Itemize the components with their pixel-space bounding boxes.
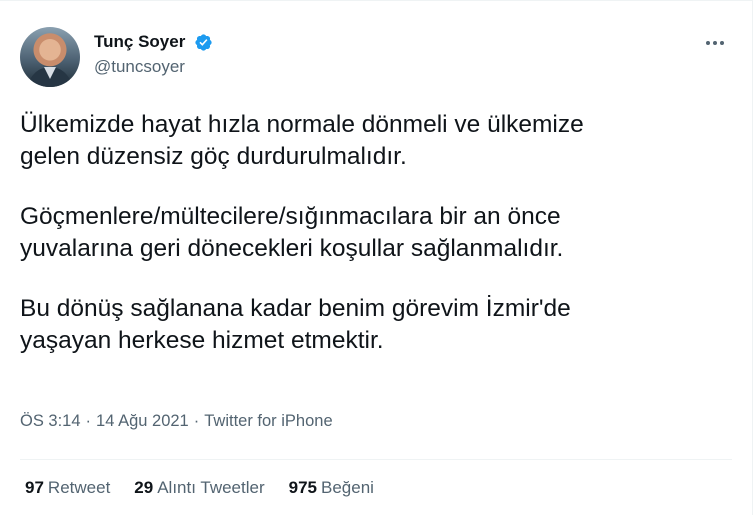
quote-count[interactable]: 29 Alıntı Tweetler	[134, 477, 264, 499]
tweet-date[interactable]: 14 Ağu 2021	[96, 412, 189, 430]
tweet-source[interactable]: Twitter for iPhone	[204, 412, 332, 430]
quote-count-number: 29	[134, 478, 154, 497]
author-handle[interactable]: @tuncsoyer	[94, 56, 213, 78]
like-count-number: 975	[288, 478, 317, 497]
tweet-paragraph: Bu dönüş sağlanana kadar benim görevim İ…	[20, 295, 571, 354]
retweet-count-label: Retweet	[47, 478, 111, 497]
tweet-card: Tunç Soyer @tuncsoyer Ülkemizde hayat hı…	[0, 0, 753, 515]
more-horizontal-icon	[720, 41, 724, 45]
like-count[interactable]: 975 Beğeni	[289, 477, 374, 499]
more-horizontal-icon	[706, 41, 710, 45]
meta-separator: ·	[193, 412, 200, 430]
tweet-time[interactable]: ÖS 3:14	[20, 412, 81, 430]
tweet-paragraph: Göçmenlere/mültecilere/sığınmacılara bir…	[20, 203, 564, 262]
divider	[20, 459, 732, 460]
retweet-count[interactable]: 97 Retweet	[25, 477, 110, 499]
tweet-paragraph: Ülkemizde hayat hızla normale dönmeli ve…	[20, 111, 584, 170]
tweet-header: Tunç Soyer @tuncsoyer	[20, 27, 732, 87]
meta-separator: ·	[85, 412, 92, 430]
quote-count-label: Alıntı Tweetler	[157, 478, 265, 497]
avatar[interactable]	[20, 27, 80, 87]
tweet-text: Ülkemizde hayat hızla normale dönmeli ve…	[20, 109, 720, 385]
verified-badge-icon	[195, 33, 212, 51]
more-horizontal-icon	[713, 41, 717, 45]
more-options-button[interactable]	[698, 31, 732, 55]
author-display-name[interactable]: Tunç Soyer	[94, 32, 185, 52]
like-count-label: Beğeni	[321, 478, 374, 497]
author-names: Tunç Soyer @tuncsoyer	[94, 32, 213, 78]
tweet-meta: ÖS 3:14 · 14 Ağu 2021 · Twitter for iPhone	[20, 410, 333, 432]
tweet-stats: 97 Retweet 29 Alıntı Tweetler 975 Beğeni	[25, 477, 398, 499]
retweet-count-number: 97	[25, 478, 44, 497]
